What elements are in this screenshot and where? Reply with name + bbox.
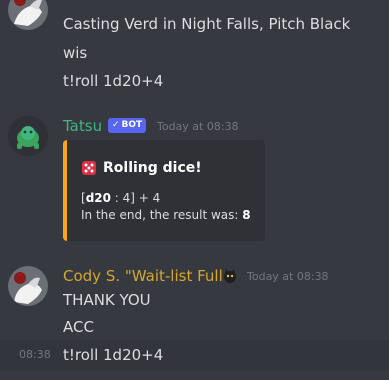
user-avatar[interactable] [8,0,48,30]
message-text: Casting Verd in Night Falls, Pitch Black [63,15,351,33]
dice-icon [82,161,96,175]
result-label: In the end, the result was: [81,208,243,222]
message-text: t!roll 1d20+4 [63,346,164,364]
embed-title: Rolling dice! [81,158,202,178]
tatsu-avatar[interactable] [8,116,48,156]
roll-die: d20 [85,191,111,205]
tatsu-username[interactable]: Tatsu [63,116,102,136]
message-text: t!roll 1d20+4 [63,72,164,90]
message-text: wis [63,44,88,62]
message-timestamp[interactable]: Today at 08:38 [247,267,329,287]
bot-tag-label: BOT [121,120,143,130]
roll-breakdown: [d20 : 4] + 4 [81,190,160,206]
roll-result: In the end, the result was: 8 [81,207,251,223]
message-text: THANK YOU [63,291,151,309]
bot-tag: ✓ BOT [108,118,147,133]
roll-rest: : 4] + 4 [110,191,161,205]
hover-timestamp[interactable]: 08:38 [19,345,51,365]
result-value: 8 [242,208,251,222]
check-icon: ✓ [112,120,120,130]
dice-embed: Rolling dice! [d20 : 4] + 4 In the end, … [63,140,265,241]
message-timestamp[interactable]: Today at 08:38 [157,117,239,137]
cody-avatar[interactable] [8,266,48,306]
cody-username[interactable]: Cody S. "Wait-list Full [63,266,223,286]
hovered-message-row[interactable]: 08:38 t!roll 1d20+4 [0,340,389,370]
cat-badge-icon [222,268,238,284]
tatsu-logo-icon [8,116,48,156]
embed-title-text: Rolling dice! [103,160,202,176]
message-text: ACC [63,318,94,336]
